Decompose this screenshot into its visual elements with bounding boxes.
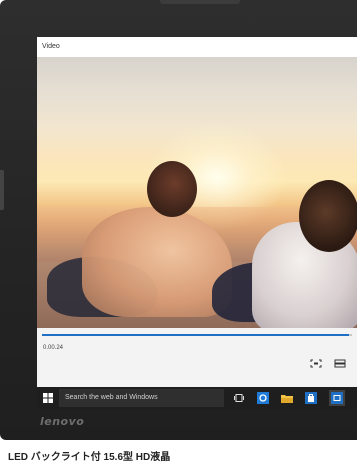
video-frame[interactable] [37, 57, 357, 328]
window-title: Video [42, 43, 60, 50]
edge-browser-icon [257, 392, 269, 404]
file-explorer-icon [281, 395, 293, 403]
store-icon [305, 392, 317, 404]
task-view-icon [234, 394, 244, 402]
device-top-edge [160, 0, 240, 4]
aspect-ratio-icon [334, 359, 346, 367]
taskbar-search-box[interactable]: Search the web and Windows [59, 389, 224, 407]
store-button[interactable] [303, 390, 319, 406]
task-view-button[interactable] [231, 390, 247, 406]
progress-fill [42, 334, 349, 336]
person-right-head [299, 180, 357, 252]
windows-logo-icon [43, 393, 53, 403]
product-caption: LED バックライト付 15.6型 HD液晶 [8, 452, 171, 463]
settings-app-button[interactable] [329, 390, 345, 406]
lenovo-logo: lenovo [40, 415, 85, 428]
fullscreen-button[interactable] [309, 358, 323, 368]
tablet-device: Video 0.00.24 Search the web and Windows… [0, 0, 357, 440]
start-button[interactable] [41, 391, 55, 405]
taskbar: Search the web and Windows [37, 387, 357, 409]
edge-browser-button[interactable] [255, 390, 271, 406]
window-titlebar: Video [37, 37, 357, 57]
fullscreen-icon [310, 359, 322, 367]
aspect-ratio-button[interactable] [333, 358, 347, 368]
settings-app-icon [331, 392, 343, 404]
current-time: 0.00.24 [43, 345, 64, 351]
person-left-head [147, 161, 197, 217]
player-controls: 0.00.24 [37, 328, 357, 380]
progress-bar[interactable] [42, 334, 352, 336]
screen: Video 0.00.24 Search the web and Windows [37, 37, 357, 409]
file-explorer-button[interactable] [279, 390, 295, 406]
device-side-button [0, 170, 4, 210]
